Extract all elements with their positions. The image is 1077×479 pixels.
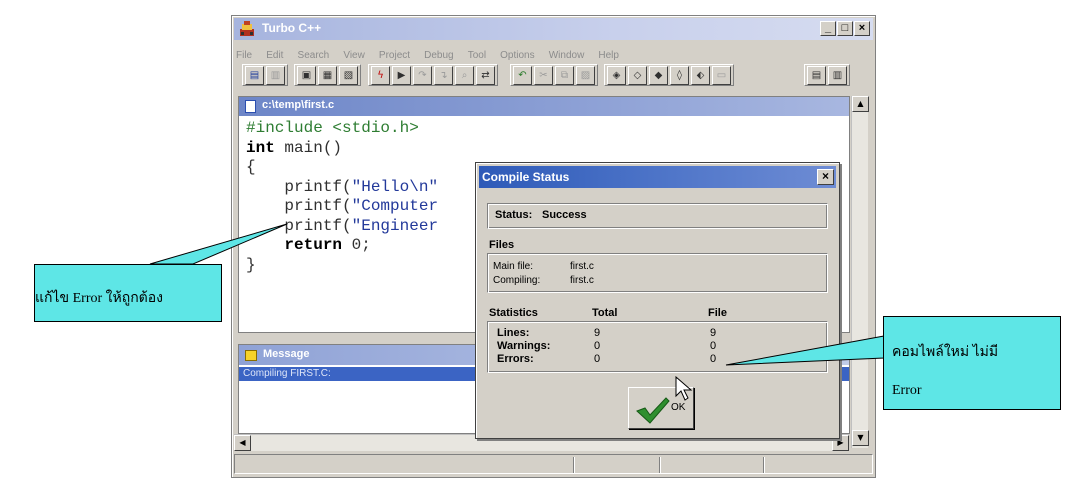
right-callout-line2: Error (892, 383, 922, 398)
left-callout: แก้ไข Error ให้ถูกต้อง (34, 264, 222, 322)
right-callout-pointer (725, 335, 885, 366)
left-callout-pointer (149, 223, 288, 265)
right-callout-line1: คอมไพล์ใหม่ ไม่มี (892, 345, 999, 360)
right-callout: คอมไพล์ใหม่ ไม่มี Error (883, 316, 1061, 410)
left-callout-text: แก้ไข Error ให้ถูกต้อง (35, 291, 164, 306)
